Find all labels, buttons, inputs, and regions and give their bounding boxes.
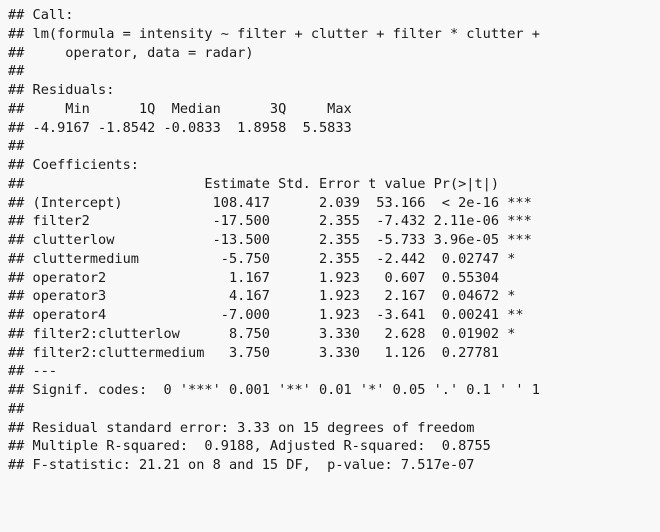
output-line-coef-row: ## operator2 1.167 1.923 0.607 0.55304 bbox=[8, 269, 500, 286]
output-line-coef-row: ## (Intercept) 108.417 2.039 53.166 < 2e… bbox=[8, 194, 532, 211]
output-line-residual-se: ## Residual standard error: 3.33 on 15 d… bbox=[8, 419, 475, 436]
code-output: ## Call: ## lm(formula = intensity ~ filt… bbox=[8, 6, 660, 475]
output-line-coef-row: ## cluttermedium -5.750 2.355 -2.442 0.0… bbox=[8, 250, 516, 267]
output-line-coef-row: ## filter2:clutterlow 8.750 3.330 2.628 … bbox=[8, 325, 516, 342]
output-line-residuals-values: ## -4.9167 -1.8542 -0.0833 1.8958 5.5833 bbox=[8, 119, 352, 136]
output-line-blank: ## bbox=[8, 400, 25, 417]
output-line-coef-row: ## operator3 4.167 1.923 2.167 0.04672 * bbox=[8, 288, 516, 305]
output-line-call-header: ## Call: bbox=[8, 7, 74, 23]
output-line-f-statistic: ## F-statistic: 21.21 on 8 and 15 DF, p-… bbox=[8, 457, 475, 473]
output-line-signif-codes: ## Signif. codes: 0 '***' 0.001 '**' 0.0… bbox=[8, 382, 540, 398]
output-line-coef-row: ## clutterlow -13.500 2.355 -5.733 3.96e… bbox=[8, 232, 532, 248]
output-line-separator: ## --- bbox=[8, 363, 58, 380]
output-line-call-formula: ## lm(formula = intensity ~ filter + clu… bbox=[8, 25, 540, 42]
output-line-blank: ## bbox=[8, 63, 25, 80]
r-output-block: ## Call: ## lm(formula = intensity ~ filt… bbox=[0, 0, 660, 532]
output-line-blank: ## bbox=[8, 138, 25, 155]
output-line-coef-row: ## filter2 -17.500 2.355 -7.432 2.11e-06… bbox=[8, 213, 532, 230]
output-line-call-formula-cont: ## operator, data = radar) bbox=[8, 44, 254, 61]
output-line-coef-row: ## filter2:cluttermedium 3.750 3.330 1.1… bbox=[8, 344, 500, 361]
output-line-residuals-header: ## Residuals: bbox=[8, 82, 115, 98]
output-line-coef-row: ## operator4 -7.000 1.923 -3.641 0.00241… bbox=[8, 307, 524, 323]
output-line-coef-columns: ## Estimate Std. Error t value Pr(>|t|) bbox=[8, 175, 500, 192]
output-line-coefficients-header: ## Coefficients: bbox=[8, 157, 139, 173]
output-line-r-squared: ## Multiple R-squared: 0.9188, Adjusted … bbox=[8, 438, 491, 455]
output-line-residuals-labels: ## Min 1Q Median 3Q Max bbox=[8, 100, 352, 117]
